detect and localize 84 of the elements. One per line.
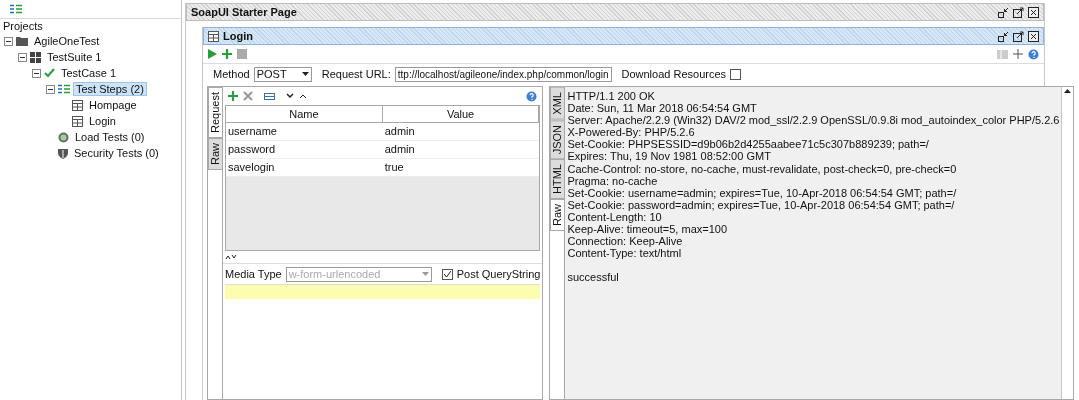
post-querystring-checkbox[interactable] [441,268,453,280]
response-line: Expires: Thu, 19 Nov 1981 08:52:00 GMT [567,150,772,163]
table-cell-text: true [383,160,405,175]
post-querystring-label: Post QueryString [456,268,541,280]
response-line: Set-Cookie: PHPSESSID=d9b06b2d4255aabee71c5c307b889239; path=/ [567,138,930,151]
plus-icon[interactable] [1013,49,1023,59]
tree-item[interactable]: TestSuite 1 [44,50,105,64]
media-type-label: Media Type [225,268,282,280]
close-icon[interactable] [1028,30,1039,42]
caret-down-icon[interactable] [286,93,294,99]
response-line: Date: Sun, 11 Mar 2018 06:54:54 GMT [567,102,758,115]
plus-icon[interactable] [222,49,232,59]
window-icon [72,99,83,111]
list-icon[interactable] [10,4,22,14]
response-line: Server: Apache/2.2.9 (Win32) DAV/2 mod_ssl/2.2.9 OpenSSL/0.9.8i mod_autoindex_color PHP/5.2.6 [567,114,1060,127]
response-line: HTTP/1.1 200 OK [567,90,656,103]
response-line: Cache-Control: no-store, no-cache, must-revalidate, post-check=0, pre-check=0 [567,162,958,175]
table-cell-text: password [227,142,277,157]
panel-title: SoapUI Starter Page [191,6,297,18]
response-line: Keep-Alive: timeout=5, max=100 [567,223,729,236]
caret-up-icon[interactable] [299,93,307,99]
folder-icon [16,36,28,46]
plus-icon[interactable] [228,91,238,101]
caret-down-icon [301,72,309,76]
download-checkbox[interactable] [730,68,742,80]
collapse-icon[interactable] [32,68,41,78]
help-icon[interactable] [1028,48,1039,60]
response-line: Set-Cookie: password=admin; expires=Tue, 10-Apr-2018 06:54:54 GMT; path=/ [567,198,955,211]
table-cell-text: admin [383,142,416,157]
side-tab[interactable]: Raw [208,138,223,170]
collapse-icon[interactable] [4,36,13,46]
close-icon[interactable] [1028,6,1039,18]
method-select[interactable]: POST [253,66,312,82]
collapse-icon[interactable] [46,84,55,94]
response-line: X-Powered-By: PHP/5.2.6 [567,126,696,139]
tree-item[interactable]: Test Steps (2) [73,82,147,96]
shield-icon [58,147,68,159]
column-header: Value [382,106,540,122]
tree-item[interactable]: TestCase 1 [58,66,120,80]
side-tab[interactable]: JSON [550,119,566,159]
grid-icon [30,51,41,63]
response-line: Content-Length: 10 [567,210,662,224]
tree-item[interactable]: Hompage [86,98,140,112]
window-icon [208,30,219,42]
help-icon[interactable] [526,90,538,102]
table-icon[interactable] [264,91,275,101]
scroll-up-icon[interactable] [1064,89,1072,93]
response-line: Content-Type: text/html [567,247,683,260]
side-tab[interactable]: XML [550,87,566,120]
side-tab[interactable]: HTML [550,158,566,199]
play-icon[interactable] [208,49,217,59]
response-line: Connection: Keep-Alive [567,235,684,248]
response-line: Set-Cookie: username=admin; expires=Tue, 10-Apr-2018 06:54:54 GMT; path=/ [567,186,958,199]
tree-item[interactable]: AgileOneTest [31,34,103,48]
response-line: successful [567,271,620,284]
tree-item[interactable]: Load Tests (0) [72,130,148,144]
minimize-icon[interactable] [998,6,1009,18]
download-label: Download Resources [621,68,727,80]
maximize-icon[interactable] [1013,30,1024,42]
collapse-icon[interactable] [18,52,27,62]
list-icon [58,84,70,94]
table-cell-text: admin [383,124,416,139]
side-tab[interactable]: Raw [550,198,566,231]
url-label: Request URL: [321,68,391,80]
check-icon [44,68,55,78]
side-tab[interactable]: Request [208,87,223,138]
table-cell-text: username [227,124,278,139]
table-cell-text: savelogin [227,160,276,175]
column-header: Name [226,106,383,122]
caret-down-icon [421,272,429,276]
window-icon [72,115,83,127]
method-label: Method [213,68,250,80]
url-field[interactable]: ttp://localhost/agileone/index.php/common/login [394,66,612,82]
tree-item[interactable]: Security Tests (0) [71,146,162,160]
window-title: Login [223,30,253,42]
minimize-icon[interactable] [998,30,1009,42]
tree-root: Projects [2,19,44,33]
response-line: Pragma: no-cache [567,174,658,187]
maximize-icon[interactable] [1013,6,1024,18]
tree-item[interactable]: Login [86,114,119,128]
request-body-field[interactable] [225,284,541,299]
delete-icon[interactable] [243,91,253,101]
circle-icon [58,131,69,143]
collapse-icon[interactable] [225,254,237,260]
